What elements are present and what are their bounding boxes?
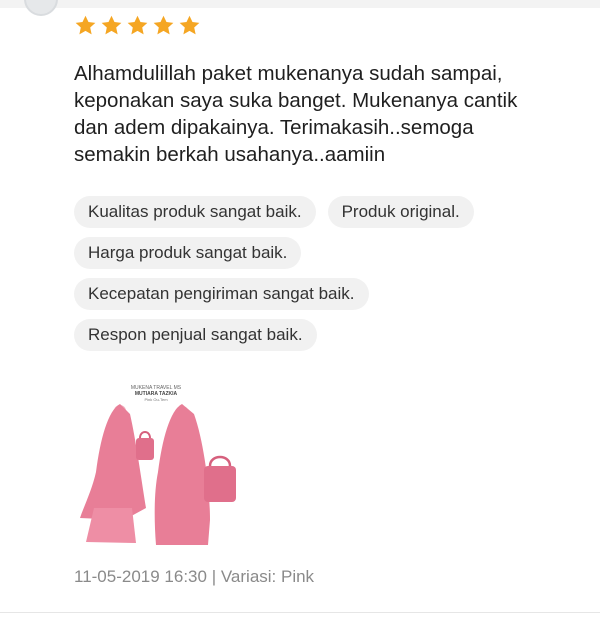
review-photo-thumbnail[interactable]: MUKENA TRAVEL MS MUTIARA TAZKIA Pink Ou-… <box>74 380 239 545</box>
tag-price: Harga produk sangat baik. <box>74 237 302 269</box>
avatar[interactable] <box>24 0 58 16</box>
review-tags: Kualitas produk sangat baik. Produk orig… <box>74 196 574 360</box>
star-rating <box>74 14 201 44</box>
top-strip <box>0 0 600 8</box>
star-icon <box>178 14 201 44</box>
divider <box>0 612 600 613</box>
photo-caption-line3: Pink Ou-Tem <box>144 397 168 402</box>
review-meta: 11-05-2019 16:30 | Variasi: Pink <box>74 567 314 587</box>
tag-seller-response: Respon penjual sangat baik. <box>74 319 317 351</box>
review-text: Alhamdulillah paket mukenanya sudah samp… <box>74 62 518 166</box>
star-icon <box>74 14 97 44</box>
tag-shipping-speed: Kecepatan pengiriman sangat baik. <box>74 278 369 310</box>
review-timestamp: 11-05-2019 16:30 <box>74 567 207 586</box>
review-variation: Variasi: Pink <box>220 567 315 586</box>
product-photo-illustration: MUKENA TRAVEL MS MUTIARA TAZKIA Pink Ou-… <box>74 380 239 545</box>
star-icon <box>152 14 175 44</box>
tag-product-quality: Kualitas produk sangat baik. <box>74 196 316 228</box>
star-icon <box>126 14 149 44</box>
tag-original: Produk original. <box>327 196 474 228</box>
meta-separator: | <box>206 567 221 586</box>
star-icon <box>100 14 123 44</box>
